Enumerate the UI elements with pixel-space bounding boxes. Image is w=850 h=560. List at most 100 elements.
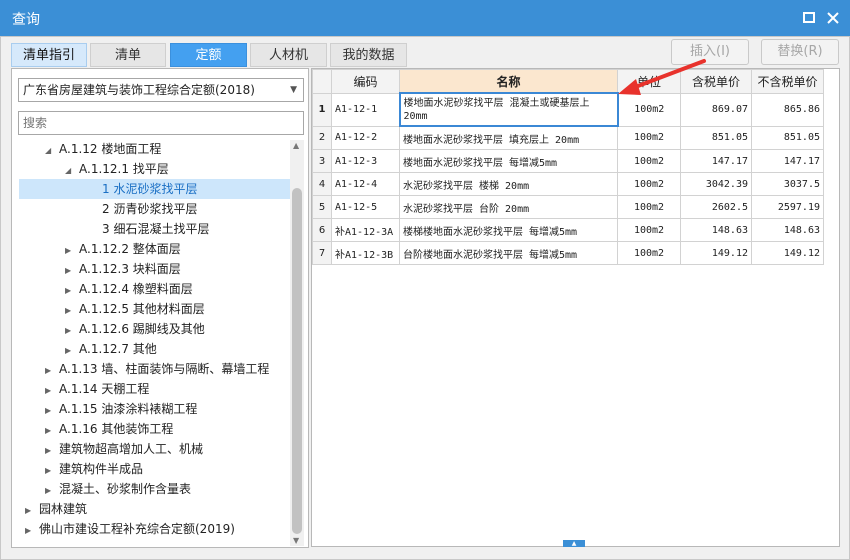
collapsed-icon[interactable]: ▶ bbox=[45, 381, 59, 401]
cell-code[interactable]: A1-12-1 bbox=[331, 92, 400, 127]
close-icon[interactable] bbox=[825, 10, 841, 26]
tree-node-other-decoration[interactable]: ▶ A.1.16 其他装饰工程 bbox=[45, 419, 173, 439]
dropdown-arrow-icon[interactable]: ▼ bbox=[290, 79, 297, 101]
cell-notax-price[interactable]: 865.86 bbox=[751, 92, 824, 127]
collapsed-icon[interactable]: ▶ bbox=[65, 341, 79, 361]
cell-tax-price[interactable]: 147.17 bbox=[680, 149, 752, 173]
cell-name[interactable]: 台阶楼地面水泥砂浆找平层 每增减5mm bbox=[399, 241, 618, 265]
collapsed-icon[interactable]: ▶ bbox=[45, 401, 59, 421]
tree-node-integral-surface[interactable]: ▶ A.1.12.2 整体面层 bbox=[65, 239, 181, 259]
expanded-icon[interactable]: ◢ bbox=[65, 161, 79, 181]
search-input[interactable] bbox=[18, 111, 304, 135]
table-row[interactable]: 1 A1-12-1 楼地面水泥砂浆找平层 混凝土或硬基层上 20mm 100m2… bbox=[312, 92, 824, 127]
tree-leaf-cement-mortar-leveling[interactable]: 1 水泥砂浆找平层 bbox=[102, 179, 197, 199]
table-row[interactable]: 6 补A1-12-3A 楼梯楼地面水泥砂浆找平层 每增减5mm 100m2 14… bbox=[312, 218, 824, 242]
collapsed-icon[interactable]: ▶ bbox=[45, 441, 59, 461]
cell-code[interactable]: A1-12-4 bbox=[331, 172, 400, 196]
tree-node-other[interactable]: ▶ A.1.12.7 其他 bbox=[65, 339, 157, 359]
cell-notax-price[interactable]: 2597.19 bbox=[751, 195, 824, 219]
table-row[interactable]: 5 A1-12-5 水泥砂浆找平层 台阶 20mm 100m2 2602.5 2… bbox=[312, 195, 824, 219]
scroll-down-icon[interactable]: ▼ bbox=[293, 536, 299, 545]
cell-notax-price[interactable]: 147.17 bbox=[751, 149, 824, 173]
splitter-grip-icon[interactable]: ▲ bbox=[563, 540, 585, 547]
scroll-up-icon[interactable]: ▲ bbox=[293, 141, 299, 150]
replace-button[interactable]: 替换(R) bbox=[761, 39, 839, 65]
tree-node-rubber-plastic-surface[interactable]: ▶ A.1.12.4 橡塑料面层 bbox=[65, 279, 193, 299]
column-header-code[interactable]: 编码 bbox=[331, 69, 400, 94]
table-row[interactable]: 4 A1-12-4 水泥砂浆找平层 楼梯 20mm 100m2 3042.39 … bbox=[312, 172, 824, 196]
cell-notax-price[interactable]: 851.05 bbox=[751, 125, 824, 150]
cell-notax-price[interactable]: 149.12 bbox=[751, 241, 824, 265]
tab-bill[interactable]: 清单 bbox=[90, 43, 166, 67]
cell-tax-price[interactable]: 3042.39 bbox=[680, 172, 752, 196]
tree-node-high-rise-surcharge[interactable]: ▶ 建筑物超高增加人工、机械 bbox=[45, 439, 203, 459]
tree-node-garden-buildings[interactable]: ▶ 园林建筑 bbox=[25, 499, 87, 519]
annotation-arrow-icon bbox=[618, 59, 706, 95]
collapsed-icon[interactable]: ▶ bbox=[25, 501, 39, 521]
scrollbar-thumb[interactable] bbox=[292, 188, 302, 534]
tree-leaf-asphalt-mortar-leveling[interactable]: 2 沥青砂浆找平层 bbox=[102, 199, 197, 219]
tab-quota[interactable]: 定额 bbox=[170, 43, 247, 67]
tab-labor-material-machine[interactable]: 人材机 bbox=[250, 43, 327, 67]
library-select[interactable]: 广东省房屋建筑与装饰工程综合定额(2018) ▼ bbox=[18, 78, 304, 102]
tree-leaf-fine-aggregate-concrete-leveling[interactable]: 3 细石混凝土找平层 bbox=[102, 219, 209, 239]
tree-node-foshan-supplement[interactable]: ▶ 佛山市建设工程补充综合定额(2019) bbox=[25, 519, 235, 539]
cell-tax-price[interactable]: 148.63 bbox=[680, 218, 752, 242]
cell-code[interactable]: A1-12-3 bbox=[331, 149, 400, 173]
tree-scrollbar[interactable]: ▲ ▼ bbox=[290, 140, 304, 546]
cell-name[interactable]: 楼地面水泥砂浆找平层 混凝土或硬基层上 20mm bbox=[398, 92, 619, 127]
cell-notax-price[interactable]: 148.63 bbox=[751, 218, 824, 242]
cell-code[interactable]: A1-12-5 bbox=[331, 195, 400, 219]
tree-node-floor-works[interactable]: ◢ A.1.12 楼地面工程 bbox=[45, 139, 161, 159]
cell-unit[interactable]: 100m2 bbox=[617, 241, 681, 265]
tab-my-data[interactable]: 我的数据 bbox=[330, 43, 407, 67]
expanded-icon[interactable]: ◢ bbox=[45, 141, 59, 161]
cell-name[interactable]: 楼梯楼地面水泥砂浆找平层 每增减5mm bbox=[399, 218, 618, 242]
table-row[interactable]: 2 A1-12-2 楼地面水泥砂浆找平层 填充层上 20mm 100m2 851… bbox=[312, 125, 824, 150]
cell-unit[interactable]: 100m2 bbox=[617, 125, 681, 150]
table-header-row: 编码 名称 单位 含税单价 不含税单价 bbox=[312, 69, 824, 94]
collapsed-icon[interactable]: ▶ bbox=[65, 281, 79, 301]
collapsed-icon[interactable]: ▶ bbox=[65, 261, 79, 281]
collapsed-icon[interactable]: ▶ bbox=[65, 241, 79, 261]
cell-name[interactable]: 水泥砂浆找平层 台阶 20mm bbox=[399, 195, 618, 219]
tree-node-semi-finished[interactable]: ▶ 建筑构件半成品 bbox=[45, 459, 143, 479]
collapsed-icon[interactable]: ▶ bbox=[45, 461, 59, 481]
cell-name[interactable]: 楼地面水泥砂浆找平层 每增减5mm bbox=[399, 149, 618, 173]
tree-node-leveling-layer[interactable]: ◢ A.1.12.1 找平层 bbox=[65, 159, 169, 179]
collapsed-icon[interactable]: ▶ bbox=[25, 521, 39, 541]
collapsed-icon[interactable]: ▶ bbox=[45, 481, 59, 501]
collapsed-icon[interactable]: ▶ bbox=[45, 421, 59, 441]
cell-unit[interactable]: 100m2 bbox=[617, 149, 681, 173]
tree-node-paint[interactable]: ▶ A.1.15 油漆涂料裱糊工程 bbox=[45, 399, 197, 419]
tree-node-other-material-surface[interactable]: ▶ A.1.12.5 其他材料面层 bbox=[65, 299, 205, 319]
tree-node-block-surface[interactable]: ▶ A.1.12.3 块料面层 bbox=[65, 259, 181, 279]
column-header-notax-price[interactable]: 不含税单价 bbox=[751, 69, 824, 94]
cell-name[interactable]: 水泥砂浆找平层 楼梯 20mm bbox=[399, 172, 618, 196]
collapsed-icon[interactable]: ▶ bbox=[45, 361, 59, 381]
cell-code[interactable]: 补A1-12-3A bbox=[331, 218, 400, 242]
tab-bill-guide[interactable]: 清单指引 bbox=[11, 43, 87, 67]
tree-node-ceiling[interactable]: ▶ A.1.14 天棚工程 bbox=[45, 379, 149, 399]
tree-node-wall-column[interactable]: ▶ A.1.13 墙、柱面装饰与隔断、幕墙工程 bbox=[45, 359, 269, 379]
cell-tax-price[interactable]: 851.05 bbox=[680, 125, 752, 150]
quota-table: 编码 名称 单位 含税单价 不含税单价 1 A1-12-1 楼地面水泥砂浆找平层… bbox=[312, 69, 824, 265]
table-row[interactable]: 3 A1-12-3 楼地面水泥砂浆找平层 每增减5mm 100m2 147.17… bbox=[312, 149, 824, 173]
cell-tax-price[interactable]: 2602.5 bbox=[680, 195, 752, 219]
cell-notax-price[interactable]: 3037.5 bbox=[751, 172, 824, 196]
maximize-icon[interactable] bbox=[801, 10, 817, 26]
cell-tax-price[interactable]: 149.12 bbox=[680, 241, 752, 265]
collapsed-icon[interactable]: ▶ bbox=[65, 301, 79, 321]
cell-name[interactable]: 楼地面水泥砂浆找平层 填充层上 20mm bbox=[399, 125, 618, 150]
cell-unit[interactable]: 100m2 bbox=[617, 172, 681, 196]
collapsed-icon[interactable]: ▶ bbox=[65, 321, 79, 341]
cell-unit[interactable]: 100m2 bbox=[617, 218, 681, 242]
tree-node-skirting[interactable]: ▶ A.1.12.6 踢脚线及其他 bbox=[65, 319, 205, 339]
table-row[interactable]: 7 补A1-12-3B 台阶楼地面水泥砂浆找平层 每增减5mm 100m2 14… bbox=[312, 241, 824, 265]
cell-code[interactable]: 补A1-12-3B bbox=[331, 241, 400, 265]
column-header-name[interactable]: 名称 bbox=[399, 69, 618, 94]
cell-code[interactable]: A1-12-2 bbox=[331, 125, 400, 150]
tree-node-concrete-mortar-content[interactable]: ▶ 混凝土、砂浆制作含量表 bbox=[45, 479, 191, 499]
row-number-header bbox=[312, 69, 332, 94]
cell-unit[interactable]: 100m2 bbox=[617, 195, 681, 219]
